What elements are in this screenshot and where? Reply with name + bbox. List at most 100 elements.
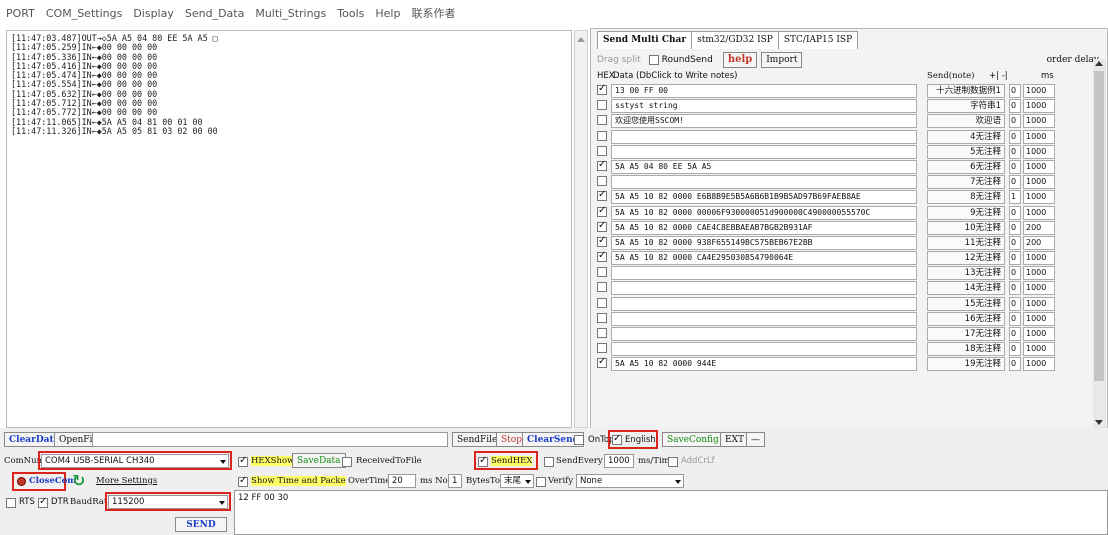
bytes-to-select[interactable]: 末尾 — [500, 474, 534, 488]
hex-row-checkbox[interactable] — [597, 145, 607, 156]
send-text-area[interactable]: 12 FF 00 30 — [234, 490, 1108, 535]
row-delay-field[interactable]: 1000 — [1023, 84, 1055, 98]
row-order-field[interactable]: 0 — [1009, 220, 1021, 235]
scroll-up-arrow-icon[interactable] — [577, 37, 585, 42]
row-order-field[interactable]: 0 — [1009, 159, 1021, 174]
row-delay-field[interactable]: 1000 — [1023, 159, 1055, 174]
refresh-icon[interactable]: ↻ — [72, 471, 85, 490]
row-order-field[interactable]: 0 — [1009, 99, 1021, 114]
hex-row-checkbox[interactable] — [597, 189, 607, 202]
ext-button[interactable]: EXT — [720, 432, 749, 447]
row-send-button[interactable]: 4无注释 — [927, 129, 1005, 144]
row-order-field[interactable]: 0 — [1009, 311, 1021, 326]
row-order-field[interactable]: 0 — [1009, 129, 1021, 144]
hex-row-checkbox[interactable] — [597, 115, 607, 126]
send-button[interactable]: SEND — [175, 517, 227, 532]
hex-row-checkbox[interactable] — [597, 176, 607, 187]
add-crlf-checkbox[interactable] — [668, 457, 678, 467]
row-data-field[interactable]: 5A A5 10 82 0000 938F655149BC575BEB67E2B… — [611, 235, 917, 250]
row-send-button[interactable]: 十六进制数据例1 — [927, 84, 1005, 98]
row-delay-field[interactable]: 1000 — [1023, 357, 1055, 372]
hex-row-checkbox[interactable] — [597, 356, 607, 369]
row-delay-field[interactable]: 1000 — [1023, 190, 1055, 205]
row-delay-field[interactable]: 1000 — [1023, 129, 1055, 144]
plus-minus-header[interactable]: +| -| — [989, 71, 1008, 81]
row-order-field[interactable]: 0 — [1009, 251, 1021, 266]
row-data-field[interactable]: 5A A5 10 82 0000 CAE4C8EBBAEAB7BGB2B931A… — [611, 220, 917, 235]
row-send-button[interactable]: 13无注释 — [927, 266, 1005, 281]
hex-row-checkbox[interactable] — [597, 159, 607, 171]
close-com-button[interactable]: CloseCom — [29, 476, 76, 486]
com-port-select[interactable]: COM4 USB-SERIAL CH340 — [41, 454, 229, 468]
collapse-button[interactable]: — — [746, 432, 765, 447]
row-send-button[interactable]: 6无注释 — [927, 159, 1005, 174]
row-data-field[interactable]: sstyst string — [611, 99, 917, 114]
send-file-button[interactable]: SendFile — [452, 432, 503, 447]
row-send-button[interactable]: 11无注释 — [927, 235, 1005, 250]
round-send-checkbox[interactable] — [648, 55, 659, 65]
hex-row-checkbox[interactable] — [597, 235, 607, 247]
row-delay-field[interactable]: 1000 — [1023, 342, 1055, 357]
hex-row-checkbox[interactable] — [597, 267, 607, 278]
send-hex-checkbox[interactable] — [478, 455, 488, 467]
row-order-field[interactable]: 0 — [1009, 296, 1021, 311]
hex-row-checkbox[interactable] — [597, 205, 607, 217]
row-delay-field[interactable]: 1000 — [1023, 266, 1055, 281]
row-delay-field[interactable]: 1000 — [1023, 311, 1055, 326]
row-order-field[interactable]: 1 — [1009, 190, 1021, 205]
row-order-field[interactable]: 0 — [1009, 281, 1021, 296]
menu-item[interactable]: Help — [375, 7, 400, 20]
row-send-button[interactable]: 10无注释 — [927, 220, 1005, 235]
row-delay-field[interactable]: 1000 — [1023, 327, 1055, 341]
row-send-button[interactable]: 欢迎语 — [927, 114, 1005, 129]
row-data-field[interactable] — [611, 129, 917, 144]
row-data-field[interactable] — [611, 311, 917, 326]
help-button[interactable]: help — [722, 52, 758, 68]
drag-split-label[interactable]: Drag split — [597, 55, 641, 65]
hex-show-checkbox[interactable] — [238, 455, 248, 467]
hex-row-checkbox[interactable] — [597, 282, 607, 293]
tab-2[interactable]: STC/IAP15 ISP — [777, 31, 859, 49]
row-delay-field[interactable]: 1000 — [1023, 114, 1055, 129]
row-send-button[interactable]: 12无注释 — [927, 251, 1005, 266]
row-data-field[interactable] — [611, 175, 917, 190]
row-send-button[interactable]: 18无注释 — [927, 342, 1005, 357]
row-order-field[interactable]: 0 — [1009, 266, 1021, 281]
verify-checkbox[interactable] — [536, 477, 546, 487]
row-data-field[interactable] — [611, 266, 917, 281]
row-send-button[interactable]: 19无注释 — [927, 357, 1005, 372]
english-checkbox[interactable] — [612, 433, 622, 445]
received-to-file-checkbox[interactable] — [342, 457, 352, 467]
row-send-button[interactable]: 17无注释 — [927, 327, 1005, 341]
rts-checkbox[interactable] — [6, 498, 16, 508]
baud-select[interactable]: 115200 — [108, 495, 228, 509]
row-send-button[interactable]: 15无注释 — [927, 296, 1005, 311]
row-delay-field[interactable]: 1000 — [1023, 205, 1055, 220]
row-data-field[interactable] — [611, 144, 917, 159]
row-send-button[interactable]: 8无注释 — [927, 190, 1005, 205]
row-send-button[interactable]: 7无注释 — [927, 175, 1005, 190]
row-data-field[interactable] — [611, 342, 917, 357]
menu-item[interactable]: PORT — [6, 7, 35, 20]
send-every-checkbox[interactable] — [544, 457, 554, 467]
hex-row-checkbox[interactable] — [597, 220, 607, 232]
row-delay-field[interactable]: 1000 — [1023, 175, 1055, 190]
more-settings-link[interactable]: More Settings — [96, 476, 157, 486]
row-data-field[interactable] — [611, 296, 917, 311]
row-send-button[interactable]: 5无注释 — [927, 144, 1005, 159]
scroll-down-icon[interactable] — [1095, 420, 1103, 425]
ontop-checkbox[interactable] — [574, 435, 584, 445]
menu-item[interactable]: 联系作者 — [411, 5, 455, 21]
row-order-field[interactable]: 0 — [1009, 114, 1021, 129]
row-delay-field[interactable]: 200 — [1023, 220, 1055, 235]
hex-row-checkbox[interactable] — [597, 328, 607, 338]
tab-1[interactable]: stm32/GD32 ISP — [691, 31, 779, 49]
row-data-field[interactable]: 13 00 FF 00 — [611, 84, 917, 98]
import-button[interactable]: Import — [761, 52, 803, 68]
hex-row-checkbox[interactable] — [597, 343, 607, 354]
file-path-field[interactable] — [92, 432, 448, 447]
row-data-field[interactable]: 5A A5 04 80 EE 5A A5 — [611, 159, 917, 174]
row-order-field[interactable]: 0 — [1009, 342, 1021, 357]
row-delay-field[interactable]: 1000 — [1023, 251, 1055, 266]
row-send-button[interactable]: 9无注释 — [927, 205, 1005, 220]
